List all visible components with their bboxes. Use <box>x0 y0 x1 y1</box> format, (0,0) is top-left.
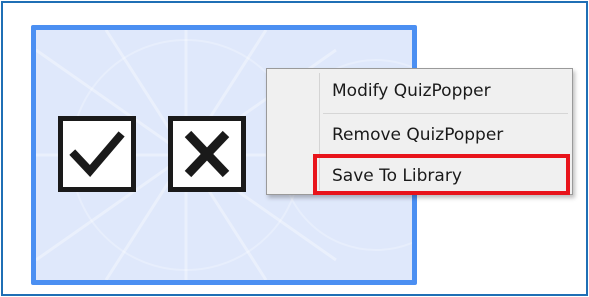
menu-item-modify-quizpopper[interactable]: Modify QuizPopper <box>267 75 572 107</box>
menu-separator <box>323 155 568 156</box>
menu-separator <box>323 113 568 114</box>
screenshot-frame: Modify QuizPopper Remove QuizPopper Save… <box>1 1 588 296</box>
checkmark-icon <box>58 116 136 192</box>
menu-item-label: Modify QuizPopper <box>332 81 491 101</box>
context-menu: Modify QuizPopper Remove QuizPopper Save… <box>266 68 573 195</box>
cross-icon <box>168 116 246 192</box>
menu-item-remove-quizpopper[interactable]: Remove QuizPopper <box>267 119 572 151</box>
menu-item-save-to-library[interactable]: Save To Library <box>267 161 572 191</box>
menu-item-label: Save To Library <box>332 166 462 186</box>
menu-item-label: Remove QuizPopper <box>332 125 504 145</box>
